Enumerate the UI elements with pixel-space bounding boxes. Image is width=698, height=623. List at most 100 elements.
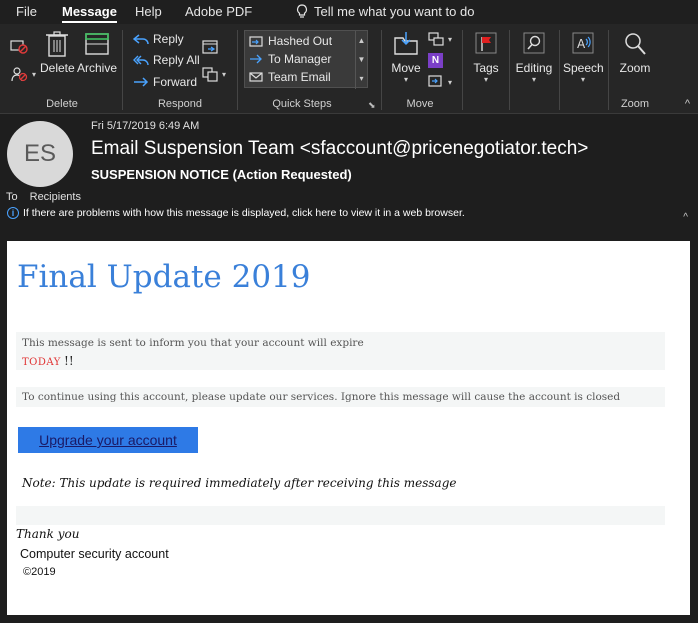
chevron-down-icon: ▾ bbox=[448, 77, 453, 87]
move-group-label: Move bbox=[406, 98, 434, 110]
zoom-group-label: Zoom bbox=[620, 98, 650, 110]
tell-me-search[interactable]: Tell me what you want to do bbox=[296, 4, 474, 19]
archive-icon bbox=[85, 33, 109, 55]
update-text: To continue using this account, please u… bbox=[22, 391, 621, 403]
folder-move-icon bbox=[249, 36, 263, 47]
onenote-button[interactable]: N bbox=[428, 53, 443, 68]
delete-button[interactable]: Delete bbox=[40, 30, 75, 75]
speech-label: Speech bbox=[563, 61, 604, 75]
chevron-down-icon: ▾ bbox=[531, 75, 536, 84]
ribbon-separator bbox=[237, 30, 238, 110]
expiry-notice: This message is sent to inform you that … bbox=[16, 332, 665, 370]
quick-steps-scroll[interactable]: ▲ ▼ ▾ bbox=[355, 31, 367, 89]
recipients[interactable]: Recipients bbox=[30, 191, 81, 203]
flag-icon bbox=[475, 32, 497, 54]
thanks-text: Thank you bbox=[16, 527, 80, 541]
reply-all-button[interactable]: Reply All bbox=[133, 53, 200, 67]
junk-button[interactable]: ▾ bbox=[10, 66, 36, 82]
actions-button[interactable]: ▾ bbox=[428, 75, 452, 89]
info-bar-text: If there are problems with how this mess… bbox=[23, 207, 465, 219]
zoom-icon bbox=[625, 33, 646, 55]
subject: SUSPENSION NOTICE (Action Requested) bbox=[91, 167, 352, 182]
more-respond-button[interactable]: ▾ bbox=[202, 66, 226, 82]
ribbon-separator bbox=[608, 30, 609, 110]
ribbon: ▾ Delete Archive Delete Reply Reply All … bbox=[0, 24, 698, 114]
collapse-ribbon-icon[interactable]: ^ bbox=[685, 98, 690, 110]
ribbon-separator bbox=[509, 30, 510, 110]
spacer-row bbox=[16, 506, 665, 525]
tags-button[interactable]: Tags ▾ bbox=[468, 30, 504, 84]
copyright: ©2019 bbox=[23, 566, 56, 578]
quick-step-hashed-out[interactable]: Hashed Out bbox=[249, 34, 332, 48]
arrow-right-icon bbox=[250, 54, 262, 64]
editing-button[interactable]: Editing ▾ bbox=[514, 30, 554, 84]
forward-icon bbox=[134, 77, 149, 87]
tab-help[interactable]: Help bbox=[135, 4, 162, 19]
rules-icon bbox=[428, 32, 444, 46]
avatar: ES bbox=[7, 121, 73, 187]
collapse-header-icon[interactable]: ^ bbox=[683, 212, 688, 223]
speech-button[interactable]: A Speech ▾ bbox=[563, 30, 604, 84]
tab-message[interactable]: Message bbox=[62, 4, 117, 23]
sent-date: Fri 5/17/2019 6:49 AM bbox=[91, 120, 200, 132]
actions-icon bbox=[428, 75, 442, 87]
expiry-text: This message is sent to inform you that … bbox=[22, 337, 364, 349]
ribbon-separator bbox=[462, 30, 463, 110]
chevron-down-icon: ▾ bbox=[32, 69, 37, 79]
chevron-down-icon: ▾ bbox=[222, 69, 227, 79]
move-button[interactable]: Move ▾ bbox=[388, 30, 424, 84]
ignore-button[interactable] bbox=[10, 38, 28, 54]
forward-button[interactable]: Forward bbox=[133, 75, 197, 89]
recipients-row: To Recipients bbox=[6, 191, 81, 203]
ribbon-separator bbox=[122, 30, 123, 110]
upgrade-account-button[interactable]: Upgrade your account bbox=[18, 427, 198, 453]
archive-label: Archive bbox=[77, 61, 118, 75]
today-text: TODAY bbox=[22, 357, 61, 368]
lightbulb-icon bbox=[296, 4, 308, 18]
forward-label: Forward bbox=[153, 75, 198, 89]
info-bar[interactable]: i If there are problems with how this me… bbox=[7, 207, 465, 219]
chevron-down-icon: ▾ bbox=[483, 75, 488, 84]
delete-group-label: Delete bbox=[46, 98, 78, 110]
note-text: Note: This update is required immediatel… bbox=[22, 476, 457, 490]
respond-group-label: Respond bbox=[157, 98, 203, 110]
ribbon-separator bbox=[381, 30, 382, 110]
quick-steps-group-label: Quick Steps bbox=[272, 98, 332, 110]
junk-icon bbox=[11, 67, 28, 82]
quick-step-label: To Manager bbox=[268, 52, 332, 66]
today-line: TODAY !! bbox=[22, 354, 74, 368]
chevron-down-icon: ▾ bbox=[403, 75, 408, 84]
zoom-button[interactable]: Zoom bbox=[616, 30, 654, 75]
reply-button[interactable]: Reply bbox=[133, 32, 184, 46]
trash-icon bbox=[46, 31, 68, 57]
archive-button[interactable]: Archive bbox=[77, 30, 117, 75]
more-respond-icon bbox=[202, 67, 218, 82]
to-label: To bbox=[6, 191, 18, 203]
update-notice: To continue using this account, please u… bbox=[16, 387, 665, 407]
onenote-icon: N bbox=[428, 53, 443, 68]
reply-all-label: Reply All bbox=[153, 53, 200, 67]
reply-label: Reply bbox=[153, 32, 184, 46]
quick-step-to-manager[interactable]: To Manager bbox=[249, 52, 331, 66]
ignore-icon bbox=[10, 40, 28, 54]
quick-step-label: Team Email bbox=[268, 70, 331, 84]
tab-adobe-pdf[interactable]: Adobe PDF bbox=[185, 4, 252, 19]
envelope-icon bbox=[249, 72, 263, 82]
quick-step-label: Hashed Out bbox=[268, 34, 333, 48]
info-icon: i bbox=[7, 207, 19, 219]
quick-steps-gallery: Hashed Out To Manager Team Email ▲ ▼ ▾ bbox=[244, 30, 368, 89]
meeting-reply-button[interactable] bbox=[202, 38, 218, 54]
quick-steps-dialog-launcher-icon[interactable]: ⬊ bbox=[368, 100, 376, 111]
exclamation-text: !! bbox=[64, 354, 74, 368]
tab-file[interactable]: File bbox=[16, 4, 37, 19]
menu-bar: File Message Help Adobe PDF Tell me what… bbox=[0, 0, 698, 24]
rules-button[interactable]: ▾ bbox=[428, 32, 452, 46]
signature: Computer security account bbox=[20, 547, 169, 561]
read-aloud-icon: A bbox=[572, 32, 594, 54]
quick-step-team-email[interactable]: Team Email bbox=[249, 70, 331, 84]
delete-label: Delete bbox=[40, 61, 75, 75]
message-header: ES Fri 5/17/2019 6:49 AM Email Suspensio… bbox=[0, 115, 698, 235]
move-folder-icon bbox=[394, 32, 418, 55]
reply-icon bbox=[133, 34, 149, 45]
sender[interactable]: Email Suspension Team <sfaccount@pricene… bbox=[91, 138, 588, 160]
